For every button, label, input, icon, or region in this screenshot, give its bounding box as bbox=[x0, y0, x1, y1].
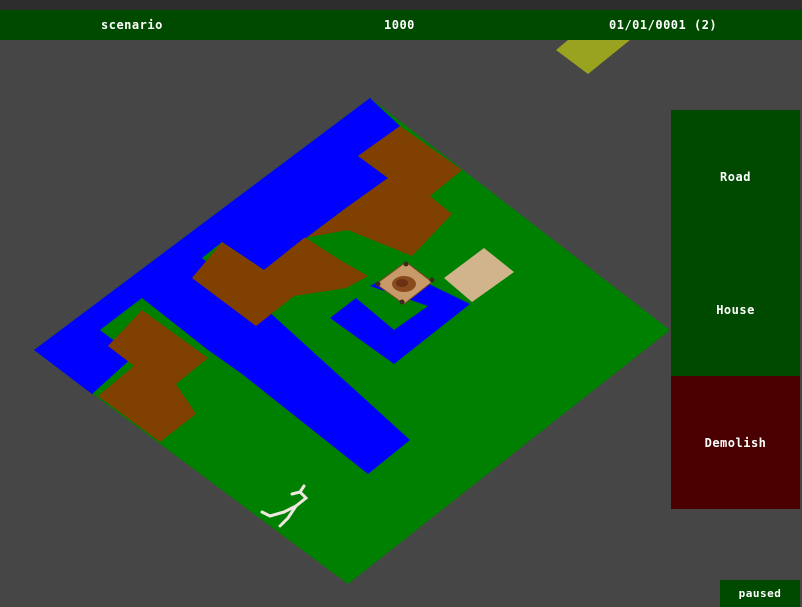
road-button[interactable]: Road bbox=[671, 110, 800, 243]
demolish-button-label: Demolish bbox=[704, 435, 767, 450]
house-button[interactable]: House bbox=[671, 243, 800, 376]
pause-status-button[interactable]: paused bbox=[720, 580, 800, 607]
pause-status-label: paused bbox=[738, 587, 782, 600]
house-button-label: House bbox=[716, 302, 755, 317]
road-button-label: Road bbox=[720, 169, 751, 184]
demolish-button[interactable]: Demolish bbox=[671, 376, 800, 509]
yellow-tile[interactable] bbox=[556, 40, 630, 74]
